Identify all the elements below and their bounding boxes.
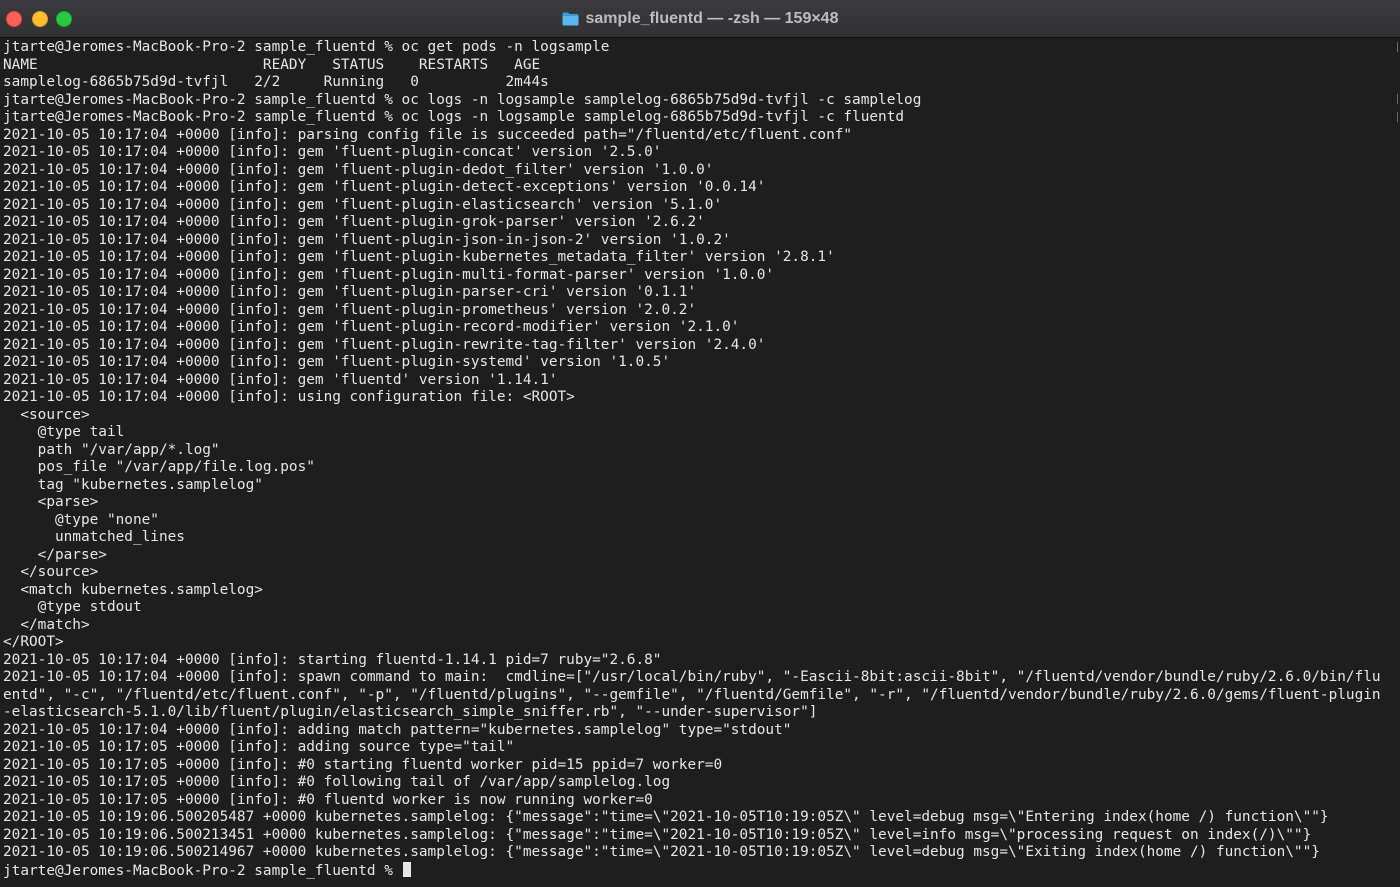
terminal-line: 2021-10-05 10:19:06.500205487 +0000 kube…	[3, 809, 1329, 825]
text-cursor	[402, 861, 411, 877]
terminal-line: 2021-10-05 10:17:04 +0000 [info]: gem 'f…	[3, 354, 671, 370]
terminal-line: samplelog-6865b75d9d-tvfjl 2/2 Running 0…	[3, 74, 549, 90]
terminal-line: @type stdout	[3, 599, 142, 615]
terminal-line: </source>	[3, 564, 99, 580]
title-bar[interactable]: sample_fluentd — -zsh — 159×48	[0, 0, 1400, 38]
terminal-line: jtarte@Jeromes-MacBook-Pro-2 sample_flue…	[3, 109, 905, 125]
terminal-line: 2021-10-05 10:17:04 +0000 [info]: starti…	[3, 651, 662, 668]
terminal-line: 2021-10-05 10:17:05 +0000 [info]: #0 fol…	[3, 774, 671, 790]
scroll-marker	[1391, 94, 1398, 104]
terminal-line: 2021-10-05 10:17:04 +0000 [info]: gem 'f…	[3, 214, 705, 230]
terminal-line: unmatched_lines	[3, 529, 185, 545]
terminal-line: 2021-10-05 10:17:05 +0000 [info]: adding…	[3, 739, 515, 755]
terminal-line: 2021-10-05 10:17:04 +0000 [info]: adding…	[3, 721, 792, 738]
terminal-line: jtarte@Jeromes-MacBook-Pro-2 sample_flue…	[3, 91, 922, 108]
terminal-line: 2021-10-05 10:17:04 +0000 [info]: gem 'f…	[3, 284, 697, 300]
terminal-line: pos_file "/var/app/file.log.pos"	[3, 459, 315, 475]
terminal-window: sample_fluentd — -zsh — 159×48 jtarte@Je…	[0, 0, 1400, 887]
folder-icon	[562, 12, 579, 26]
terminal-line: 2021-10-05 10:17:04 +0000 [info]: spawn …	[3, 669, 1381, 685]
terminal-line: <match kubernetes.samplelog>	[3, 581, 263, 598]
terminal-line: 2021-10-05 10:17:04 +0000 [info]: gem 'f…	[3, 179, 766, 195]
terminal-line: <parse>	[3, 494, 99, 510]
terminal-line: @type tail	[3, 424, 125, 440]
terminal-line: 2021-10-05 10:17:04 +0000 [info]: gem 'f…	[3, 231, 731, 248]
terminal-line: NAME READY STATUS RESTARTS AGE	[3, 56, 541, 73]
terminal-line: </match>	[3, 616, 90, 633]
terminal-line: path "/var/app/*.log"	[3, 441, 220, 458]
terminal-line: <source>	[3, 406, 90, 423]
terminal-line: tag "kubernetes.samplelog"	[3, 476, 263, 493]
terminal-line: 2021-10-05 10:19:06.500213451 +0000 kube…	[3, 826, 1312, 843]
window-title-group: sample_fluentd — -zsh — 159×48	[0, 0, 1400, 37]
window-title: sample_fluentd — -zsh — 159×48	[585, 9, 839, 27]
scroll-marker	[1391, 42, 1398, 52]
terminal-line: 2021-10-05 10:17:04 +0000 [info]: gem 'f…	[3, 266, 775, 283]
prompt-line[interactable]: jtarte@Jeromes-MacBook-Pro-2 sample_flue…	[3, 861, 1395, 880]
terminal-line: entd", "-c", "/fluentd/etc/fluent.conf",…	[3, 686, 1381, 703]
terminal-line: 2021-10-05 10:17:04 +0000 [info]: using …	[3, 389, 575, 405]
terminal-line: 2021-10-05 10:17:04 +0000 [info]: gem 'f…	[3, 196, 723, 213]
terminal-line: @type "none"	[3, 511, 159, 528]
terminal-line: -elasticsearch-5.1.0/lib/fluent/plugin/e…	[3, 704, 818, 720]
terminal-line: </parse>	[3, 546, 107, 563]
terminal-line: 2021-10-05 10:17:04 +0000 [info]: gem 'f…	[3, 249, 835, 265]
terminal-output[interactable]: jtarte@Jeromes-MacBook-Pro-2 sample_flue…	[3, 39, 1395, 885]
terminal-line: jtarte@Jeromes-MacBook-Pro-2 sample_flue…	[3, 39, 610, 55]
terminal-line: 2021-10-05 10:17:05 +0000 [info]: #0 flu…	[3, 791, 653, 808]
terminal-line: 2021-10-05 10:17:04 +0000 [info]: gem 'f…	[3, 161, 714, 178]
scroll-marker	[1391, 112, 1398, 122]
terminal-line: 2021-10-05 10:17:04 +0000 [info]: gem 'f…	[3, 301, 697, 318]
shell-prompt: jtarte@Jeromes-MacBook-Pro-2 sample_flue…	[3, 862, 402, 879]
terminal-line: 2021-10-05 10:19:06.500214967 +0000 kube…	[3, 844, 1320, 860]
terminal-line: 2021-10-05 10:17:04 +0000 [info]: gem 'f…	[3, 319, 740, 335]
terminal-line: 2021-10-05 10:17:04 +0000 [info]: gem 'f…	[3, 336, 766, 353]
terminal-line: 2021-10-05 10:17:04 +0000 [info]: gem 'f…	[3, 144, 662, 160]
terminal-line: 2021-10-05 10:17:05 +0000 [info]: #0 sta…	[3, 756, 723, 773]
terminal-line: 2021-10-05 10:17:04 +0000 [info]: gem 'f…	[3, 371, 558, 388]
terminal-line: </ROOT>	[3, 634, 64, 650]
terminal-line: 2021-10-05 10:17:04 +0000 [info]: parsin…	[3, 126, 853, 143]
